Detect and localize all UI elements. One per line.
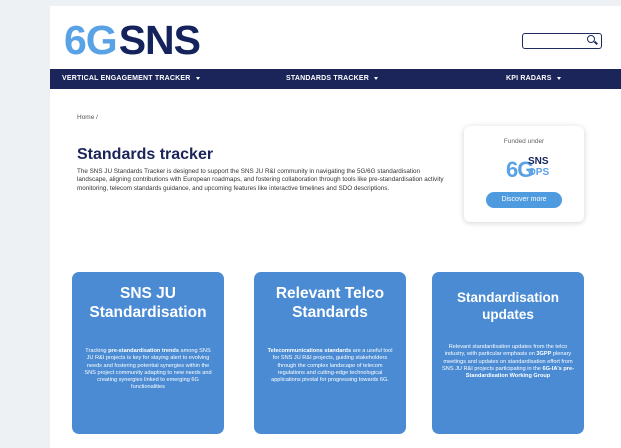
6g-sns-ops-logo: 6G SNS OPS	[506, 155, 550, 182]
card-desc-bold: pre-standardisation trends	[108, 348, 179, 354]
ops-logo-sns: SNS	[528, 156, 549, 167]
card-description: Relevant standardisation updates from th…	[442, 344, 574, 380]
logo-sns: SNS	[118, 16, 201, 63]
page-title: Standards tracker	[77, 146, 214, 163]
card-desc-post: among SNS JU R&I projects is key for sta…	[84, 348, 212, 391]
card-desc-pre: Tracking	[85, 348, 109, 354]
card-title: Relevant Telco Standards	[254, 284, 406, 322]
card-standardisation-updates[interactable]: Standardisation updates Relevant standar…	[432, 272, 584, 434]
nav-kpi-radars[interactable]: KPI RADARS	[506, 69, 561, 89]
chevron-down-icon	[195, 76, 200, 80]
card-desc-bold: 3GPP	[536, 351, 552, 358]
breadcrumb[interactable]: Home /	[77, 114, 98, 121]
nav-kpi-label: KPI RADARS	[506, 75, 552, 82]
card-title-line2: Standards	[292, 304, 368, 321]
intro-text: The SNS JU Standards Tracker is designed…	[77, 168, 444, 192]
main-nav: VERTICAL ENGAGEMENT TRACKER STANDARDS TR…	[50, 69, 621, 89]
search-input[interactable]	[522, 33, 602, 49]
ops-logo-ops: OPS	[528, 167, 550, 178]
card-description: Tracking pre-standardisation trends amon…	[82, 348, 214, 392]
page: 6G SNS VERTICAL ENGAGEMENT TRACKER STANDA…	[50, 6, 621, 448]
card-title: Standardisation updates	[432, 289, 584, 323]
nav-vertical-label: VERTICAL ENGAGEMENT TRACKER	[62, 75, 191, 82]
funded-under-box: Funded under 6G SNS OPS Discover more	[464, 126, 584, 222]
card-title-line1: Relevant Telco	[275, 285, 385, 302]
search-icon[interactable]	[587, 35, 595, 43]
nav-standards-tracker[interactable]: STANDARDS TRACKER	[286, 69, 378, 89]
logo-6g: 6G	[64, 16, 118, 63]
funded-label: Funded under	[503, 138, 545, 145]
6g-sns-logo[interactable]: 6G SNS	[64, 16, 201, 63]
nav-vertical-engagement-tracker[interactable]: VERTICAL ENGAGEMENT TRACKER	[62, 69, 200, 89]
nav-standards-label: STANDARDS TRACKER	[286, 75, 369, 82]
card-title-line2: updates	[482, 307, 534, 322]
chevron-down-icon	[374, 76, 378, 80]
discover-more-button[interactable]: Discover more	[486, 192, 562, 208]
card-title: SNS JU Standardisation	[72, 284, 224, 322]
card-desc-bold: Telecommunications standards	[267, 348, 352, 354]
card-description: Telecommunications standards are a usefu…	[264, 348, 396, 384]
card-title-line2: Standardisation	[89, 304, 207, 321]
chevron-down-icon	[556, 76, 561, 80]
card-relevant-telco-standards[interactable]: Relevant Telco Standards Telecommunicati…	[254, 272, 406, 434]
card-title-line1: SNS JU	[120, 285, 176, 302]
card-title-line1: Standardisation	[456, 290, 559, 305]
card-sns-ju-standardisation[interactable]: SNS JU Standardisation Tracking pre-stan…	[72, 272, 224, 434]
